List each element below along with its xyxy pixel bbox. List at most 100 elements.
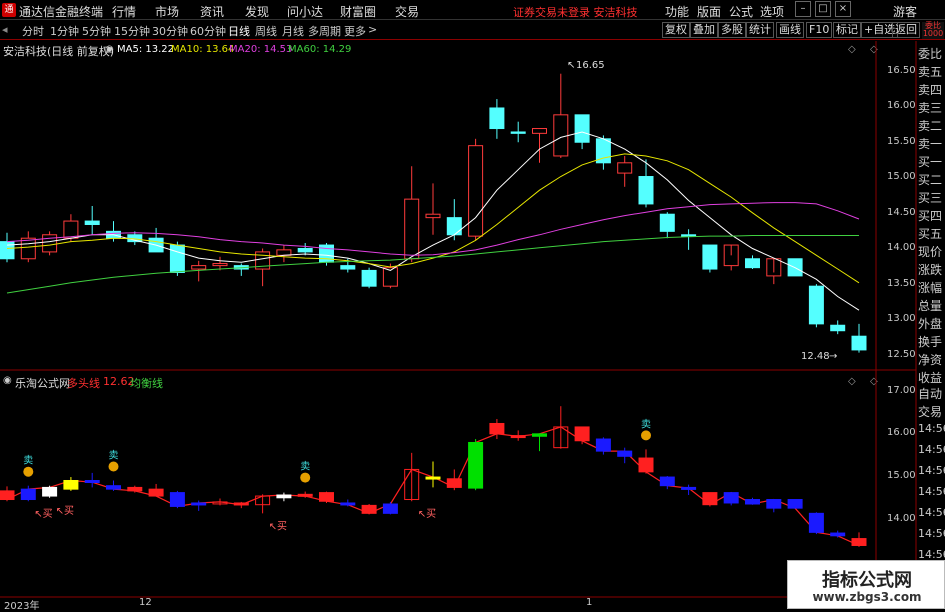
indicator-candle bbox=[808, 512, 824, 533]
menu-gongshi[interactable]: 公式 bbox=[729, 3, 753, 20]
period-more[interactable]: 更多 bbox=[344, 23, 366, 39]
btn-biaoji[interactable]: 标记 bbox=[833, 22, 861, 38]
menu-faxian[interactable]: 发现 bbox=[245, 3, 269, 20]
menu-xuanxiang[interactable]: 选项 bbox=[760, 3, 784, 20]
candle bbox=[361, 269, 377, 287]
indicator-candle bbox=[468, 441, 484, 489]
auto-trade-label[interactable]: 交易 bbox=[918, 403, 945, 420]
tick-time: 14:56 bbox=[918, 464, 945, 477]
candle bbox=[425, 213, 441, 219]
period-monthly[interactable]: 月线 bbox=[282, 23, 304, 39]
chevron-right-icon[interactable]: > bbox=[368, 23, 377, 36]
menu-shichang[interactable]: 市场 bbox=[155, 3, 179, 20]
menu-caifuquan[interactable]: 财富圈 bbox=[340, 3, 376, 20]
money-bag-icon bbox=[641, 430, 651, 441]
indicator-candle bbox=[20, 488, 36, 501]
indicator-candle bbox=[169, 492, 185, 507]
candle bbox=[255, 251, 271, 270]
period-5min[interactable]: 5分钟 bbox=[82, 23, 111, 39]
indicator-candle bbox=[191, 502, 207, 506]
btn-tongji[interactable]: 统计 bbox=[746, 22, 774, 38]
indicator-candle bbox=[510, 435, 526, 439]
btn-huaxian[interactable]: 画线 bbox=[776, 22, 804, 38]
candle bbox=[191, 265, 207, 270]
btn-duogu[interactable]: 多股 bbox=[718, 22, 746, 38]
indicator-candle bbox=[276, 494, 292, 499]
menu-jiaoyi[interactable]: 交易 bbox=[395, 3, 419, 20]
date-axis-label: 1 bbox=[586, 597, 593, 608]
candle bbox=[169, 244, 185, 273]
candle bbox=[276, 249, 292, 256]
candle bbox=[723, 244, 739, 267]
toolbar-left-arrow-icon[interactable]: ◂ bbox=[2, 23, 8, 36]
candle bbox=[766, 258, 782, 277]
candle bbox=[553, 114, 569, 157]
minimize-icon[interactable]: – bbox=[795, 1, 811, 17]
quote-label: 卖一 bbox=[918, 137, 943, 151]
stock-title: 安洁科技(日线 前复权) bbox=[3, 45, 115, 58]
period-fenshi[interactable]: 分时 bbox=[22, 23, 44, 39]
period-1min[interactable]: 1分钟 bbox=[50, 23, 79, 39]
corner-value: 1000 bbox=[922, 29, 944, 38]
indicator-candle bbox=[319, 492, 334, 502]
guest-user[interactable]: 游客 bbox=[893, 3, 917, 20]
candle bbox=[830, 324, 846, 332]
candle bbox=[319, 244, 334, 263]
ind-ytick: 15.00 bbox=[887, 470, 916, 481]
period-weekly[interactable]: 周线 bbox=[255, 23, 277, 39]
menu-hangqing[interactable]: 行情 bbox=[112, 3, 136, 20]
indicator-toggle-icon[interactable]: ◉ bbox=[3, 375, 12, 386]
candle bbox=[20, 237, 36, 260]
candle bbox=[532, 128, 547, 134]
menu-gongneng[interactable]: 功能 bbox=[665, 3, 689, 20]
period-daily[interactable]: 日线 bbox=[228, 23, 250, 39]
period-30min[interactable]: 30分钟 bbox=[152, 23, 188, 39]
period-multi[interactable]: 多周期 bbox=[308, 23, 341, 39]
money-bag-icon bbox=[108, 461, 119, 472]
indicator-name: 乐淘公式网 bbox=[15, 377, 70, 390]
ma60-label: MA60: 14.29 bbox=[288, 44, 352, 55]
indicator-candle bbox=[255, 495, 271, 506]
buy-signal-label: ↖买 bbox=[56, 505, 74, 517]
candle bbox=[468, 145, 484, 237]
high-marker-arrow-icon: ↖ bbox=[567, 60, 576, 71]
low-marker-arrow-icon: → bbox=[829, 351, 838, 362]
app-logo-icon: 通 bbox=[2, 3, 16, 17]
kline-charts: 卖 ↖买 ↖买 卖 ↖买 卖 ↖买 卖 bbox=[0, 41, 945, 598]
indicator-candle bbox=[532, 433, 547, 437]
menu-banmian[interactable]: 版面 bbox=[697, 3, 721, 20]
btn-f10[interactable]: F10 bbox=[806, 22, 833, 38]
btn-fuquan[interactable]: 复权 bbox=[662, 22, 690, 38]
indicator-options-icon[interactable]: ◇ bbox=[870, 376, 878, 387]
login-warning[interactable]: 证券交易未登录 安洁科技 bbox=[513, 4, 638, 20]
chart-options-icon[interactable]: ◇ bbox=[870, 44, 878, 55]
period-15min[interactable]: 15分钟 bbox=[114, 23, 150, 39]
indicator-candle bbox=[148, 488, 164, 497]
maximize-icon[interactable]: □ bbox=[815, 1, 831, 17]
main-ytick: 16.00 bbox=[887, 100, 916, 111]
close-icon[interactable]: × bbox=[835, 1, 851, 17]
indicator-settings-icon[interactable]: ◇ bbox=[848, 376, 856, 387]
watermark-line1: 指标公式网 bbox=[822, 570, 912, 591]
menu-wenxiaoda[interactable]: 问小达 bbox=[287, 3, 323, 20]
chart-settings-icon[interactable]: ◇ bbox=[848, 44, 856, 55]
indicator-candle bbox=[212, 501, 228, 505]
money-bag-icon bbox=[300, 472, 311, 483]
candle bbox=[638, 176, 654, 205]
indicator-candle bbox=[830, 532, 846, 537]
tick-time: 14:56 bbox=[918, 506, 945, 519]
main-ytick: 14.50 bbox=[887, 207, 916, 218]
period-60min[interactable]: 60分钟 bbox=[190, 23, 226, 39]
btn-back[interactable]: 返回 bbox=[892, 22, 920, 38]
quote-label: 卖二 bbox=[918, 119, 943, 133]
menu-zixun[interactable]: 资讯 bbox=[200, 3, 224, 20]
ma-toggle-icon[interactable]: ◉ bbox=[105, 44, 114, 55]
auto-trade-label[interactable]: 自动 bbox=[918, 385, 945, 402]
indicator-candle bbox=[446, 478, 462, 488]
sell-signal-label: 卖 bbox=[300, 461, 310, 473]
candle bbox=[297, 247, 313, 253]
btn-diejia[interactable]: 叠加 bbox=[690, 22, 718, 38]
low-price-label: 12.48 bbox=[801, 351, 830, 362]
candle bbox=[851, 335, 867, 351]
candle bbox=[659, 213, 675, 232]
